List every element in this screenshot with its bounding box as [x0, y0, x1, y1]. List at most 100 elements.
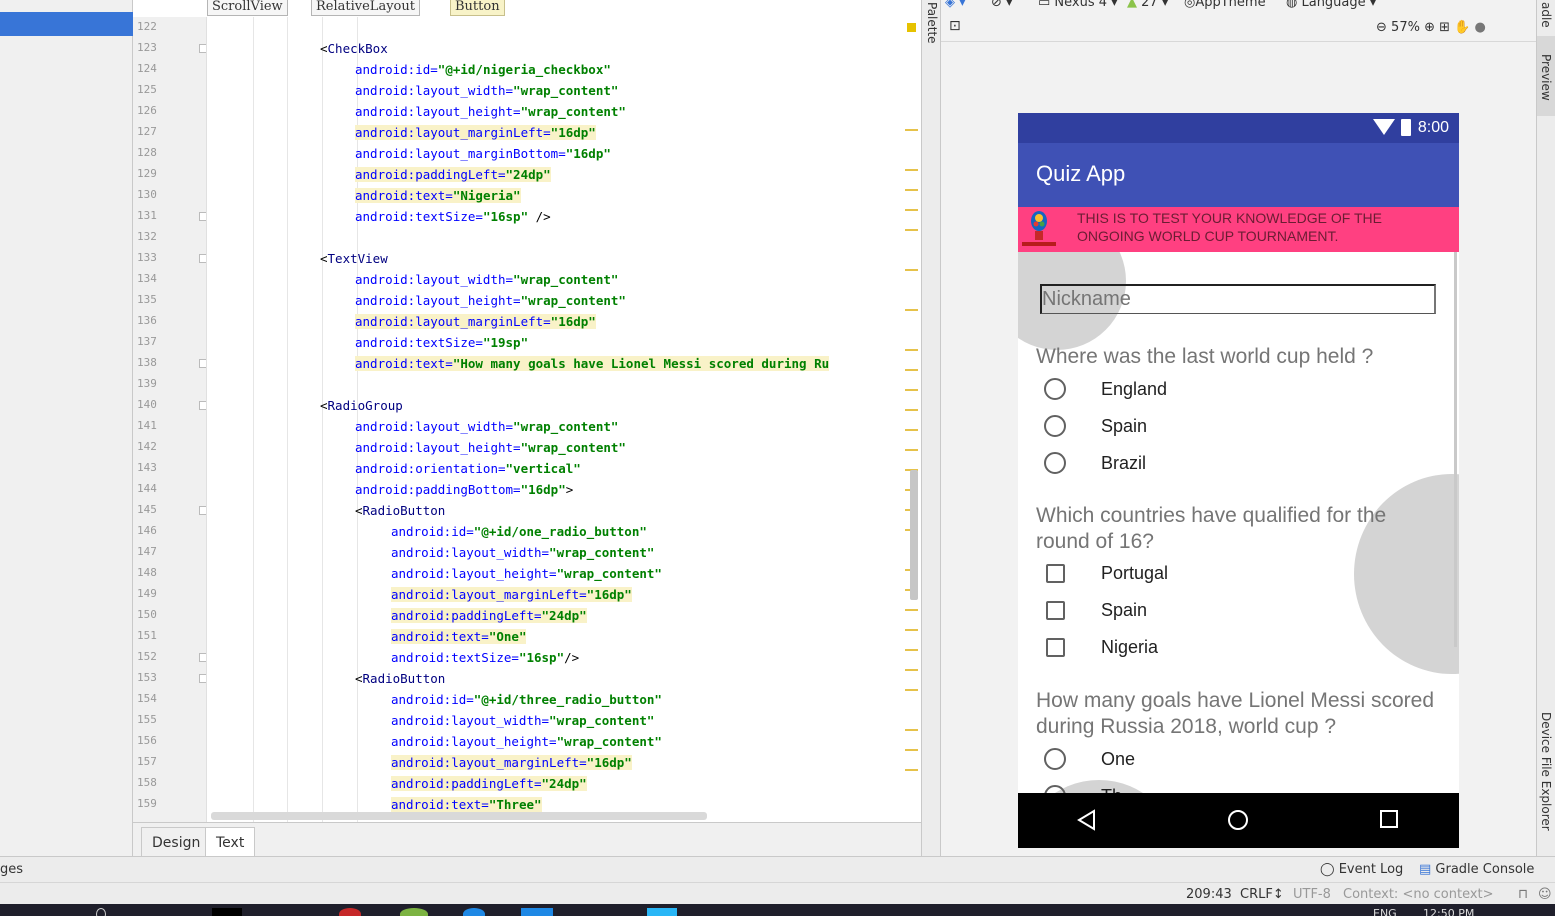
warning-stripe-mark[interactable]	[905, 269, 918, 271]
taskbar-app-icon[interactable]	[212, 908, 242, 916]
code-token: "One"	[488, 629, 527, 644]
fold-marker-icon[interactable]	[199, 44, 206, 53]
orientation-icon[interactable]: ⊘ ▾	[991, 0, 1013, 10]
gradle-console-tab[interactable]: ▤ Gradle Console	[1419, 862, 1534, 877]
search-icon[interactable]	[96, 908, 106, 916]
editor-vertical-scrollbar[interactable]	[910, 470, 918, 600]
taskbar-language[interactable]: ENG	[1373, 907, 1397, 916]
warning-stripe-mark[interactable]	[905, 429, 918, 431]
fit-screen-icon[interactable]: ⊞	[1439, 20, 1450, 35]
android-nav-bar	[1018, 793, 1459, 848]
fold-marker-icon[interactable]	[199, 506, 206, 515]
device-file-explorer-tab[interactable]: Device File Explorer	[1539, 712, 1553, 831]
device-selector[interactable]: ▭ Nexus 4 ▾	[1038, 0, 1118, 10]
code-token: "16dp"	[565, 146, 611, 161]
right-tool-strip: adle Preview Device File Explorer	[1536, 0, 1555, 856]
quiz-content[interactable]: Where was the last world cup held ? Engl…	[1018, 252, 1459, 793]
tab-design[interactable]: Design	[141, 827, 212, 857]
warning-stripe-mark[interactable]	[905, 749, 918, 751]
warning-stripe-mark[interactable]	[905, 369, 918, 371]
code-token: "wrap_content"	[520, 440, 626, 455]
tab-text[interactable]: Text	[205, 827, 256, 857]
content-scrollbar[interactable]	[1454, 252, 1457, 647]
warning-stripe-mark[interactable]	[905, 189, 918, 191]
breadcrumb-scrollview[interactable]: ScrollView	[207, 0, 288, 16]
warning-icon[interactable]: ●	[1475, 20, 1486, 35]
warning-stripe-mark[interactable]	[905, 609, 918, 611]
layers-icon[interactable]: ◈ ▾	[945, 0, 966, 10]
palette-tab[interactable]: Palette	[925, 2, 939, 44]
inspector-icon[interactable]: ☺	[1538, 887, 1552, 902]
checkbox[interactable]	[1046, 638, 1065, 657]
home-icon[interactable]	[1227, 809, 1249, 831]
fold-marker-icon[interactable]	[199, 254, 206, 263]
messages-tab[interactable]: ges	[0, 862, 23, 877]
taskbar-clock[interactable]: 12:50 PM	[1423, 907, 1474, 916]
theme-name: AppTheme	[1195, 0, 1266, 10]
blueprint-toggle-icon[interactable]: ⊡	[949, 18, 961, 34]
line-number: 136	[137, 314, 157, 327]
warning-stripe-mark[interactable]	[905, 729, 918, 731]
taskbar-app-icon[interactable]	[339, 908, 361, 916]
warning-stripe-mark[interactable]	[905, 129, 918, 131]
event-log-tab[interactable]: ◯ Event Log	[1320, 862, 1403, 877]
zoom-out-icon[interactable]: ⊖	[1376, 20, 1387, 35]
warning-stripe-mark[interactable]	[905, 229, 918, 231]
breadcrumb-button[interactable]: Button	[450, 0, 505, 16]
warning-stripe-mark[interactable]	[905, 649, 918, 651]
preview-tab[interactable]: Preview	[1537, 36, 1555, 116]
breadcrumb-relativelayout[interactable]: RelativeLayout	[311, 0, 420, 16]
radio-button[interactable]	[1044, 452, 1066, 474]
taskbar-app-icon[interactable]	[463, 908, 485, 916]
code-area[interactable]: <CheckBox android:id="@+id/nigeria_checkb…	[208, 17, 920, 822]
warning-stripe-mark[interactable]	[905, 409, 918, 411]
editor-horizontal-scrollbar[interactable]	[211, 812, 707, 820]
checkbox[interactable]	[1046, 564, 1065, 583]
project-tree-selected-item[interactable]	[0, 12, 133, 36]
warning-stripe-mark[interactable]	[905, 449, 918, 451]
theme-selector[interactable]: ◎AppTheme	[1184, 0, 1266, 10]
radio-button[interactable]	[1044, 415, 1066, 437]
fold-marker-icon[interactable]	[199, 653, 206, 662]
api-selector[interactable]: ▲ 27 ▾	[1127, 0, 1168, 10]
warning-stripe-mark[interactable]	[905, 669, 918, 671]
warning-stripe-mark[interactable]	[905, 349, 918, 351]
fold-marker-icon[interactable]	[199, 212, 206, 221]
warning-stripe-mark[interactable]	[905, 169, 918, 171]
line-separator[interactable]: CRLF↕	[1240, 887, 1284, 902]
fold-marker-icon[interactable]	[199, 674, 206, 683]
warning-stripe-mark[interactable]	[905, 689, 918, 691]
line-number: 123	[137, 41, 157, 54]
zoom-in-icon[interactable]: ⊕	[1424, 20, 1435, 35]
taskbar-app-icon[interactable]	[647, 908, 677, 916]
recents-icon[interactable]	[1379, 809, 1399, 829]
taskbar-app-icon[interactable]	[521, 908, 553, 916]
warning-stripe-mark[interactable]	[905, 309, 918, 311]
warning-stripe-mark[interactable]	[905, 209, 918, 211]
fold-marker-icon[interactable]	[199, 401, 206, 410]
taskbar-app-icon[interactable]	[400, 908, 428, 916]
inspection-status-icon[interactable]	[907, 23, 916, 32]
back-icon[interactable]	[1076, 809, 1098, 831]
language-selector[interactable]: ◍ Language ▾	[1286, 0, 1376, 10]
wifi-icon	[1373, 119, 1395, 135]
caret-position[interactable]: 209:43	[1186, 887, 1232, 902]
radio-button[interactable]	[1044, 748, 1066, 770]
nickname-input[interactable]	[1040, 284, 1436, 314]
file-encoding[interactable]: UTF-8	[1293, 887, 1331, 902]
fold-marker-icon[interactable]	[199, 359, 206, 368]
lock-icon[interactable]: ⊓	[1518, 887, 1528, 902]
warning-stripe-mark[interactable]	[905, 769, 918, 771]
code-token: "@+id/nigeria_checkbox"	[437, 62, 611, 77]
checkbox[interactable]	[1046, 601, 1065, 620]
gradle-tab[interactable]: adle	[1539, 2, 1553, 28]
highlighting-context[interactable]: Context: <no context>	[1343, 887, 1494, 902]
warning-stripe-mark[interactable]	[905, 629, 918, 631]
code-line: android:layout_marginLeft="16dp"	[391, 584, 632, 605]
pan-icon[interactable]: ✋	[1454, 20, 1470, 35]
radio-button[interactable]	[1044, 785, 1066, 793]
warning-stripe-mark[interactable]	[905, 389, 918, 391]
code-line: android:orientation="vertical"	[355, 458, 581, 479]
error-stripe[interactable]	[903, 17, 921, 822]
radio-button[interactable]	[1044, 378, 1066, 400]
